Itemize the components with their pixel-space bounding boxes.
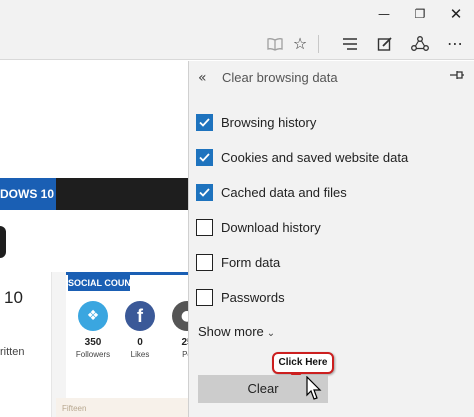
chevron-down-icon: ⌄ [266,328,276,339]
twitter-count: 350 [84,337,102,348]
browser-toolbar: ☆ ⋯ [0,28,474,60]
show-more-label: Show more [198,324,264,339]
option-label: Cookies and saved website data [221,149,409,165]
panel-title: Clear browsing data [222,70,338,85]
back-arrows-icon[interactable]: « [198,69,214,87]
twitter-icon[interactable]: ❖ [78,301,108,331]
option-cookies[interactable]: Cookies and saved website data [196,146,456,168]
more-actions-icon[interactable]: ⋯ [440,28,470,59]
checkbox-form-data[interactable] [196,253,213,271]
twitter-label: Followers [75,350,111,359]
browser-window: — ❐ ✕ ☆ ⋯ DOWS 10 10 ritten SOCIAL COUNT… [0,0,474,417]
option-label: Browsing history [221,114,317,130]
facebook-label: Likes [130,350,150,359]
favorite-star-icon[interactable]: ☆ [285,28,315,59]
nav-label[interactable]: DOWS 10 [0,178,56,210]
option-label: Download history [221,219,321,235]
title-bar: — ❐ ✕ [0,0,474,28]
share-icon[interactable] [405,28,435,59]
checkbox-browsing-history[interactable] [196,113,213,131]
restore-icon[interactable]: ❐ [400,0,440,28]
mouse-cursor-icon [306,376,322,400]
article-text: ritten [0,346,25,358]
toolbar-divider [318,35,319,53]
close-icon[interactable]: ✕ [436,0,474,28]
show-more-link[interactable]: Show more ⌄ [198,324,275,339]
option-browsing-history[interactable]: Browsing history [196,111,456,133]
facebook-count: 0 [137,337,143,348]
social-count-title: SOCIAL COUNT [68,275,136,291]
option-passwords[interactable]: Passwords [196,286,456,308]
option-label: Passwords [221,289,285,305]
site-navbar: DOWS 10 [0,178,188,210]
option-cached-data[interactable]: Cached data and files [196,181,456,203]
checkbox-cached-data[interactable] [196,183,213,201]
webpage-header [0,61,188,179]
related-article: Fifteen [56,398,188,417]
option-form-data[interactable]: Form data [196,251,456,273]
minimize-icon[interactable]: — [364,0,404,28]
option-label: Cached data and files [221,184,347,200]
hub-icon[interactable] [335,28,365,59]
facebook-icon[interactable]: f [125,301,155,331]
related-article-text: Fifteen [62,404,87,413]
checkbox-passwords[interactable] [196,288,213,306]
pin-icon[interactable] [448,69,466,87]
web-note-icon[interactable] [370,28,400,59]
address-bar[interactable] [0,30,290,57]
option-label: Form data [221,254,281,270]
article-number: 10 [4,288,23,307]
option-download-history[interactable]: Download history [196,216,456,238]
site-banner-edge [0,226,6,258]
checkbox-cookies[interactable] [196,148,213,166]
checkbox-download-history[interactable] [196,218,213,236]
click-here-callout: Click Here [272,352,334,374]
